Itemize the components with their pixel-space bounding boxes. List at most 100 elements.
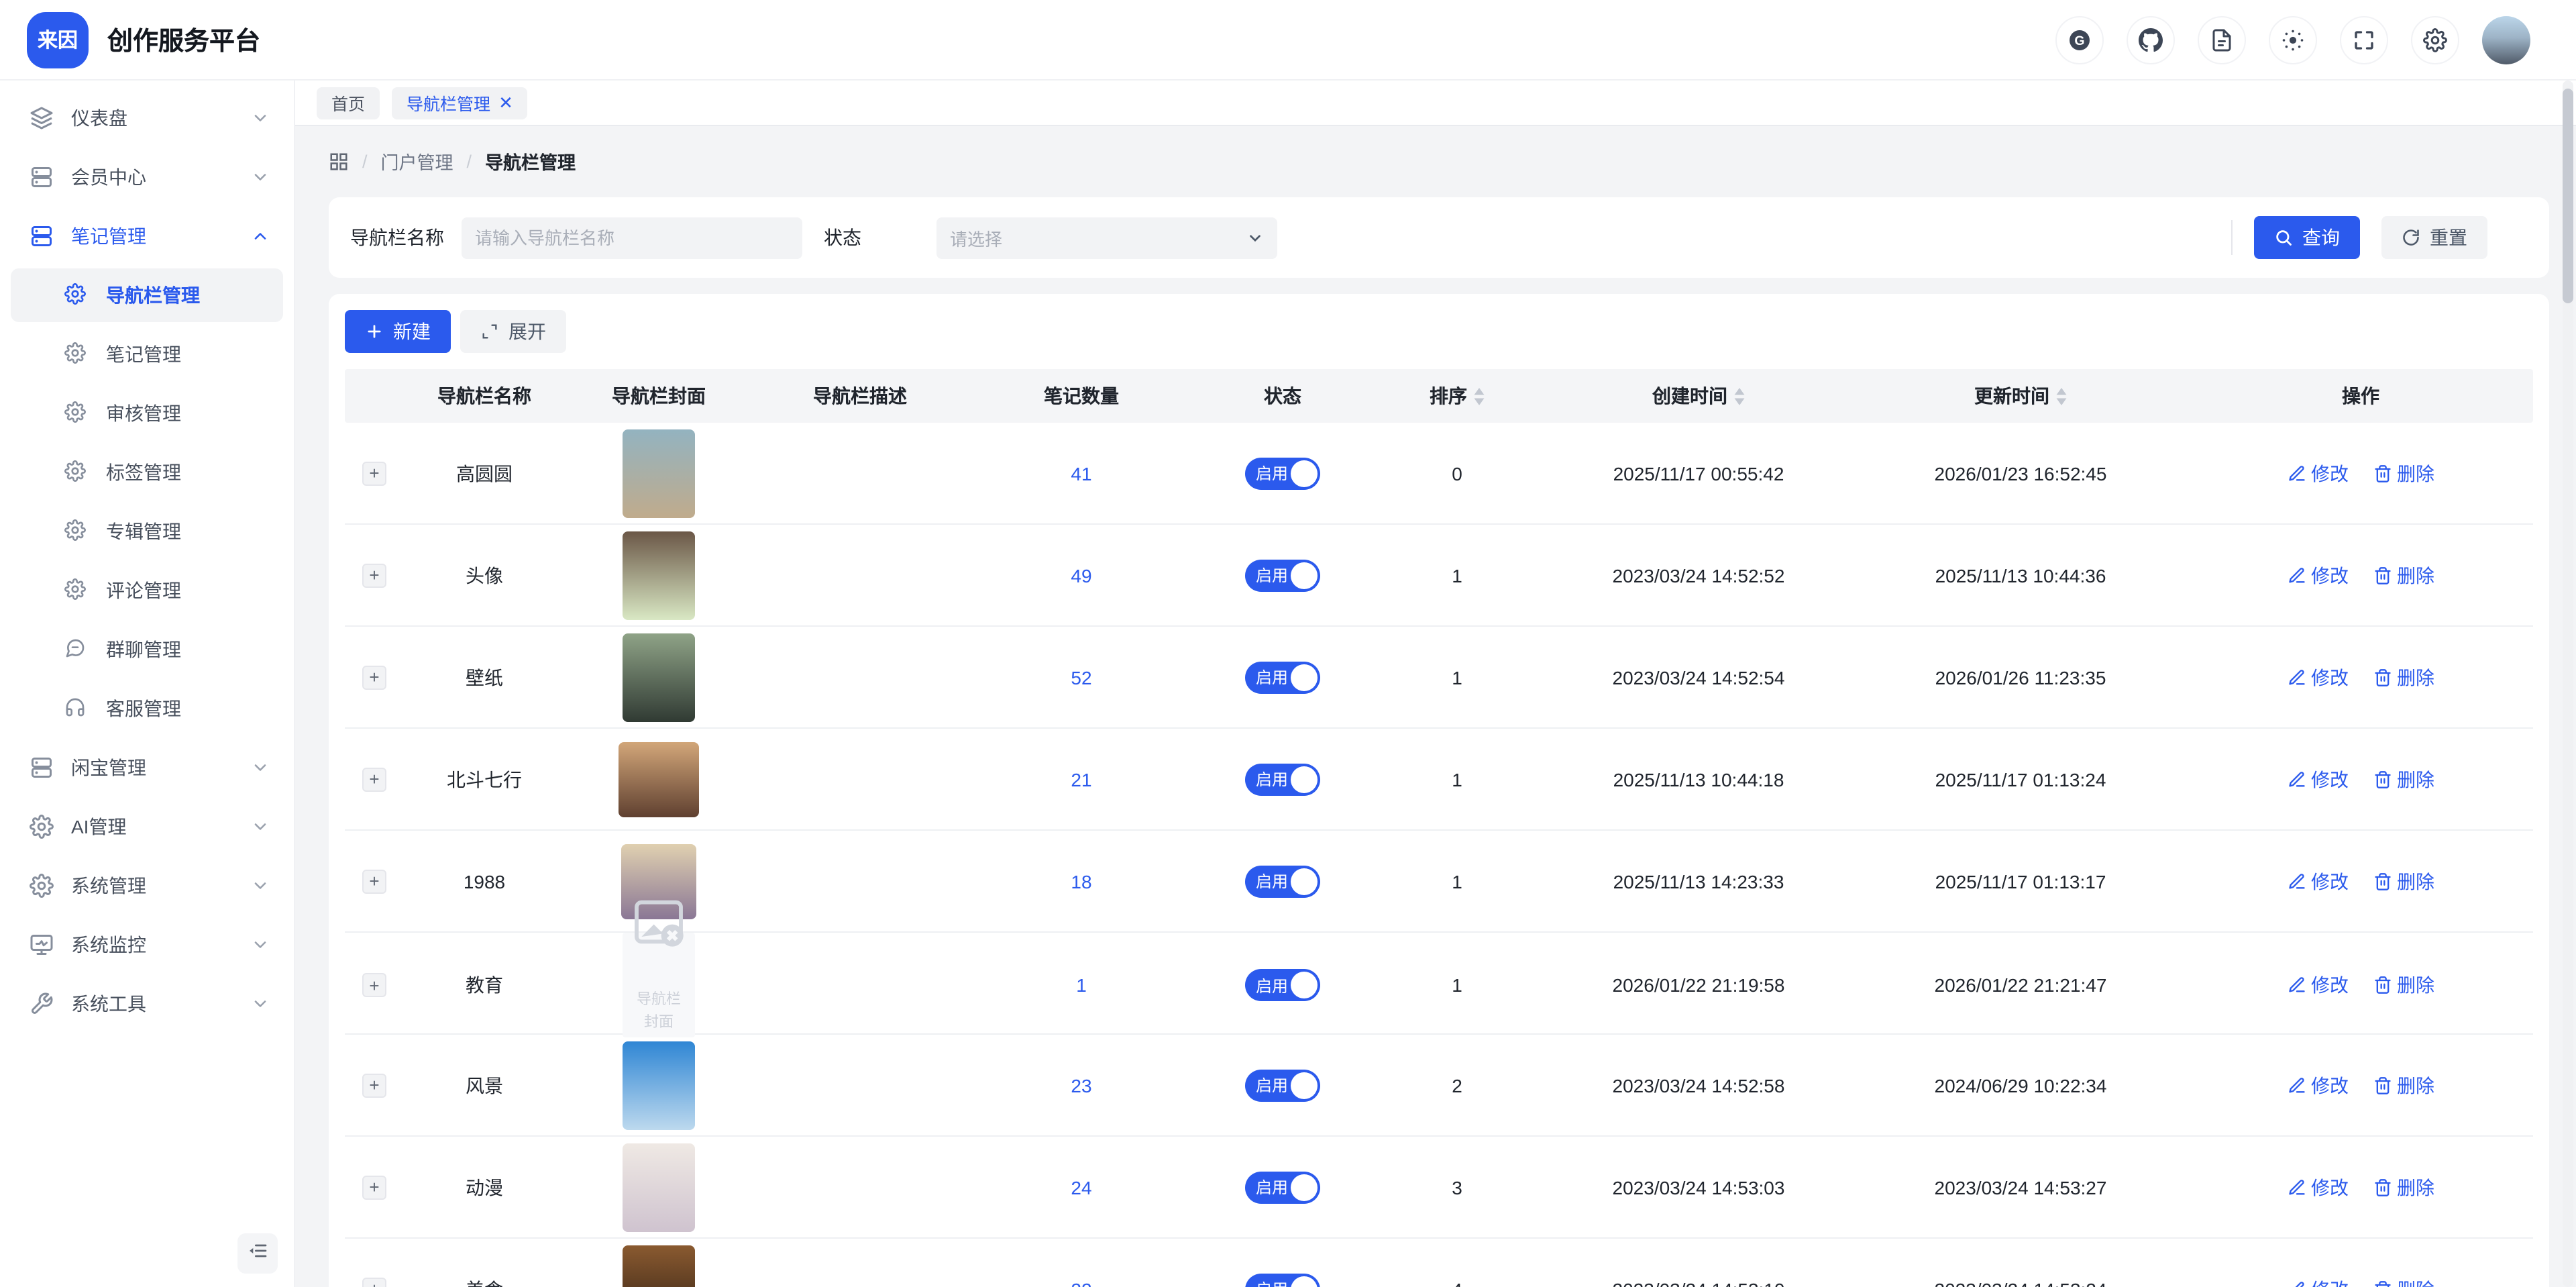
sidebar-item-会员中心[interactable]: 会员中心 [11, 150, 283, 204]
sidebar-item-笔记管理[interactable]: 笔记管理 [11, 209, 283, 263]
status-filter-select[interactable]: 请选择 [936, 217, 1277, 258]
note-count-link[interactable]: 24 [1071, 1176, 1091, 1198]
sidebar-collapse-button[interactable] [237, 1233, 278, 1274]
status-toggle[interactable]: 启用 [1245, 559, 1320, 591]
edit-button[interactable]: 修改 [2287, 1072, 2349, 1098]
status-toggle[interactable]: 启用 [1245, 1171, 1320, 1203]
page-scrollbar[interactable] [2563, 81, 2573, 1287]
sidebar-subitem-审核管理[interactable]: 审核管理 [11, 387, 283, 440]
row-expand-button[interactable]: + [362, 973, 386, 997]
app-logo[interactable]: 来因 [27, 11, 89, 68]
edit-button[interactable]: 修改 [2287, 972, 2349, 998]
row-expand-button[interactable]: + [362, 665, 386, 689]
sidebar-subitem-标签管理[interactable]: 标签管理 [11, 446, 283, 499]
create-button[interactable]: 新建 [345, 310, 451, 353]
status-toggle[interactable]: 启用 [1245, 457, 1320, 489]
row-expand-button[interactable]: + [362, 461, 386, 485]
edit-button[interactable]: 修改 [2287, 562, 2349, 588]
note-count-link[interactable]: 21 [1071, 768, 1091, 790]
sort-icons[interactable] [1733, 387, 1745, 405]
edit-button[interactable]: 修改 [2287, 664, 2349, 690]
brightness-icon[interactable] [2269, 15, 2317, 64]
tab-首页[interactable]: 首页 [317, 87, 380, 119]
note-count-link[interactable]: 41 [1071, 462, 1091, 484]
document-icon[interactable] [2198, 15, 2246, 64]
delete-button[interactable]: 删除 [2373, 1174, 2434, 1200]
cover-image[interactable] [623, 531, 695, 619]
delete-button[interactable]: 删除 [2373, 972, 2434, 998]
delete-button[interactable]: 删除 [2373, 766, 2434, 792]
column-header-创建时间[interactable]: 创建时间 [1544, 382, 1853, 409]
row-expand-button[interactable]: + [362, 1073, 386, 1097]
reset-button[interactable]: 重置 [2381, 216, 2487, 259]
fullscreen-icon[interactable] [2340, 15, 2388, 64]
cover-image-broken[interactable]: 导航栏封面 [623, 933, 695, 1037]
user-avatar[interactable] [2482, 15, 2530, 64]
edit-button[interactable]: 修改 [2287, 1276, 2349, 1287]
cover-image[interactable] [623, 1143, 695, 1231]
delete-button[interactable]: 删除 [2373, 868, 2434, 894]
tab-导航栏管理[interactable]: 导航栏管理 ✕ [392, 87, 528, 119]
column-header-更新时间[interactable]: 更新时间 [1853, 382, 2188, 409]
cover-image[interactable] [619, 741, 699, 817]
cover-image[interactable] [623, 1245, 695, 1287]
sort-icons[interactable] [1472, 387, 1485, 405]
app-title: 创作服务平台 [107, 21, 260, 58]
breadcrumb-item[interactable]: 门户管理 [381, 148, 453, 174]
expand-all-button[interactable]: 展开 [460, 310, 566, 353]
note-count-link[interactable]: 18 [1071, 870, 1091, 892]
delete-button[interactable]: 删除 [2373, 460, 2434, 486]
edit-button[interactable]: 修改 [2287, 766, 2349, 792]
gitee-icon[interactable]: G [2055, 15, 2104, 64]
sidebar-item-系统管理[interactable]: 系统管理 [11, 859, 283, 913]
row-expand-button[interactable]: + [362, 563, 386, 587]
row-expand-button[interactable]: + [362, 1175, 386, 1199]
sidebar-subitem-客服管理[interactable]: 客服管理 [11, 682, 283, 735]
status-toggle[interactable]: 启用 [1245, 1273, 1320, 1287]
row-expand-button[interactable]: + [362, 1277, 386, 1287]
delete-button[interactable]: 删除 [2373, 1072, 2434, 1098]
cover-image[interactable] [623, 1041, 695, 1129]
delete-button[interactable]: 删除 [2373, 664, 2434, 690]
delete-button[interactable]: 删除 [2373, 562, 2434, 588]
status-toggle[interactable]: 启用 [1245, 661, 1320, 693]
sidebar-item-仪表盘[interactable]: 仪表盘 [11, 91, 283, 145]
sidebar-item-AI管理[interactable]: AI管理 [11, 800, 283, 854]
status-toggle[interactable]: 启用 [1245, 1069, 1320, 1101]
row-expand-button[interactable]: + [362, 869, 386, 893]
cover-image[interactable] [623, 429, 695, 517]
sidebar-subitem-评论管理[interactable]: 评论管理 [11, 564, 283, 617]
github-icon[interactable] [2127, 15, 2175, 64]
sidebar-item-系统监控[interactable]: 系统监控 [11, 918, 283, 972]
cover-image[interactable] [623, 633, 695, 721]
status-toggle[interactable]: 启用 [1245, 865, 1320, 897]
close-icon[interactable]: ✕ [498, 94, 513, 111]
scrollbar-thumb[interactable] [2563, 89, 2573, 303]
status-toggle[interactable]: 启用 [1245, 969, 1320, 1001]
sort-icons[interactable] [2055, 387, 2067, 405]
delete-button[interactable]: 删除 [2373, 1276, 2434, 1287]
sidebar-subitem-群聊管理[interactable]: 群聊管理 [11, 623, 283, 676]
note-count-link[interactable]: 1 [1076, 974, 1087, 996]
row-expand-button[interactable]: + [362, 767, 386, 791]
row-sort: 3 [1370, 1176, 1544, 1198]
note-count-link[interactable]: 22 [1071, 1278, 1091, 1287]
sidebar-item-系统工具[interactable]: 系统工具 [11, 977, 283, 1031]
search-button[interactable]: 查询 [2254, 216, 2360, 259]
note-count-link[interactable]: 49 [1071, 564, 1091, 586]
edit-button[interactable]: 修改 [2287, 460, 2349, 486]
grid-icon[interactable] [329, 151, 349, 171]
note-count-link[interactable]: 52 [1071, 666, 1091, 688]
sidebar-subitem-导航栏管理[interactable]: 导航栏管理 [11, 268, 283, 322]
sidebar-subitem-笔记管理[interactable]: 笔记管理 [11, 327, 283, 381]
name-filter-input[interactable] [462, 217, 802, 258]
edit-button[interactable]: 修改 [2287, 868, 2349, 894]
note-count-link[interactable]: 23 [1071, 1074, 1091, 1096]
server-icon [30, 224, 54, 248]
settings-icon[interactable] [2411, 15, 2459, 64]
edit-button[interactable]: 修改 [2287, 1174, 2349, 1200]
sidebar-item-闲宝管理[interactable]: 闲宝管理 [11, 741, 283, 794]
status-toggle[interactable]: 启用 [1245, 763, 1320, 795]
sidebar-subitem-专辑管理[interactable]: 专辑管理 [11, 505, 283, 558]
column-header-排序[interactable]: 排序 [1370, 382, 1544, 409]
